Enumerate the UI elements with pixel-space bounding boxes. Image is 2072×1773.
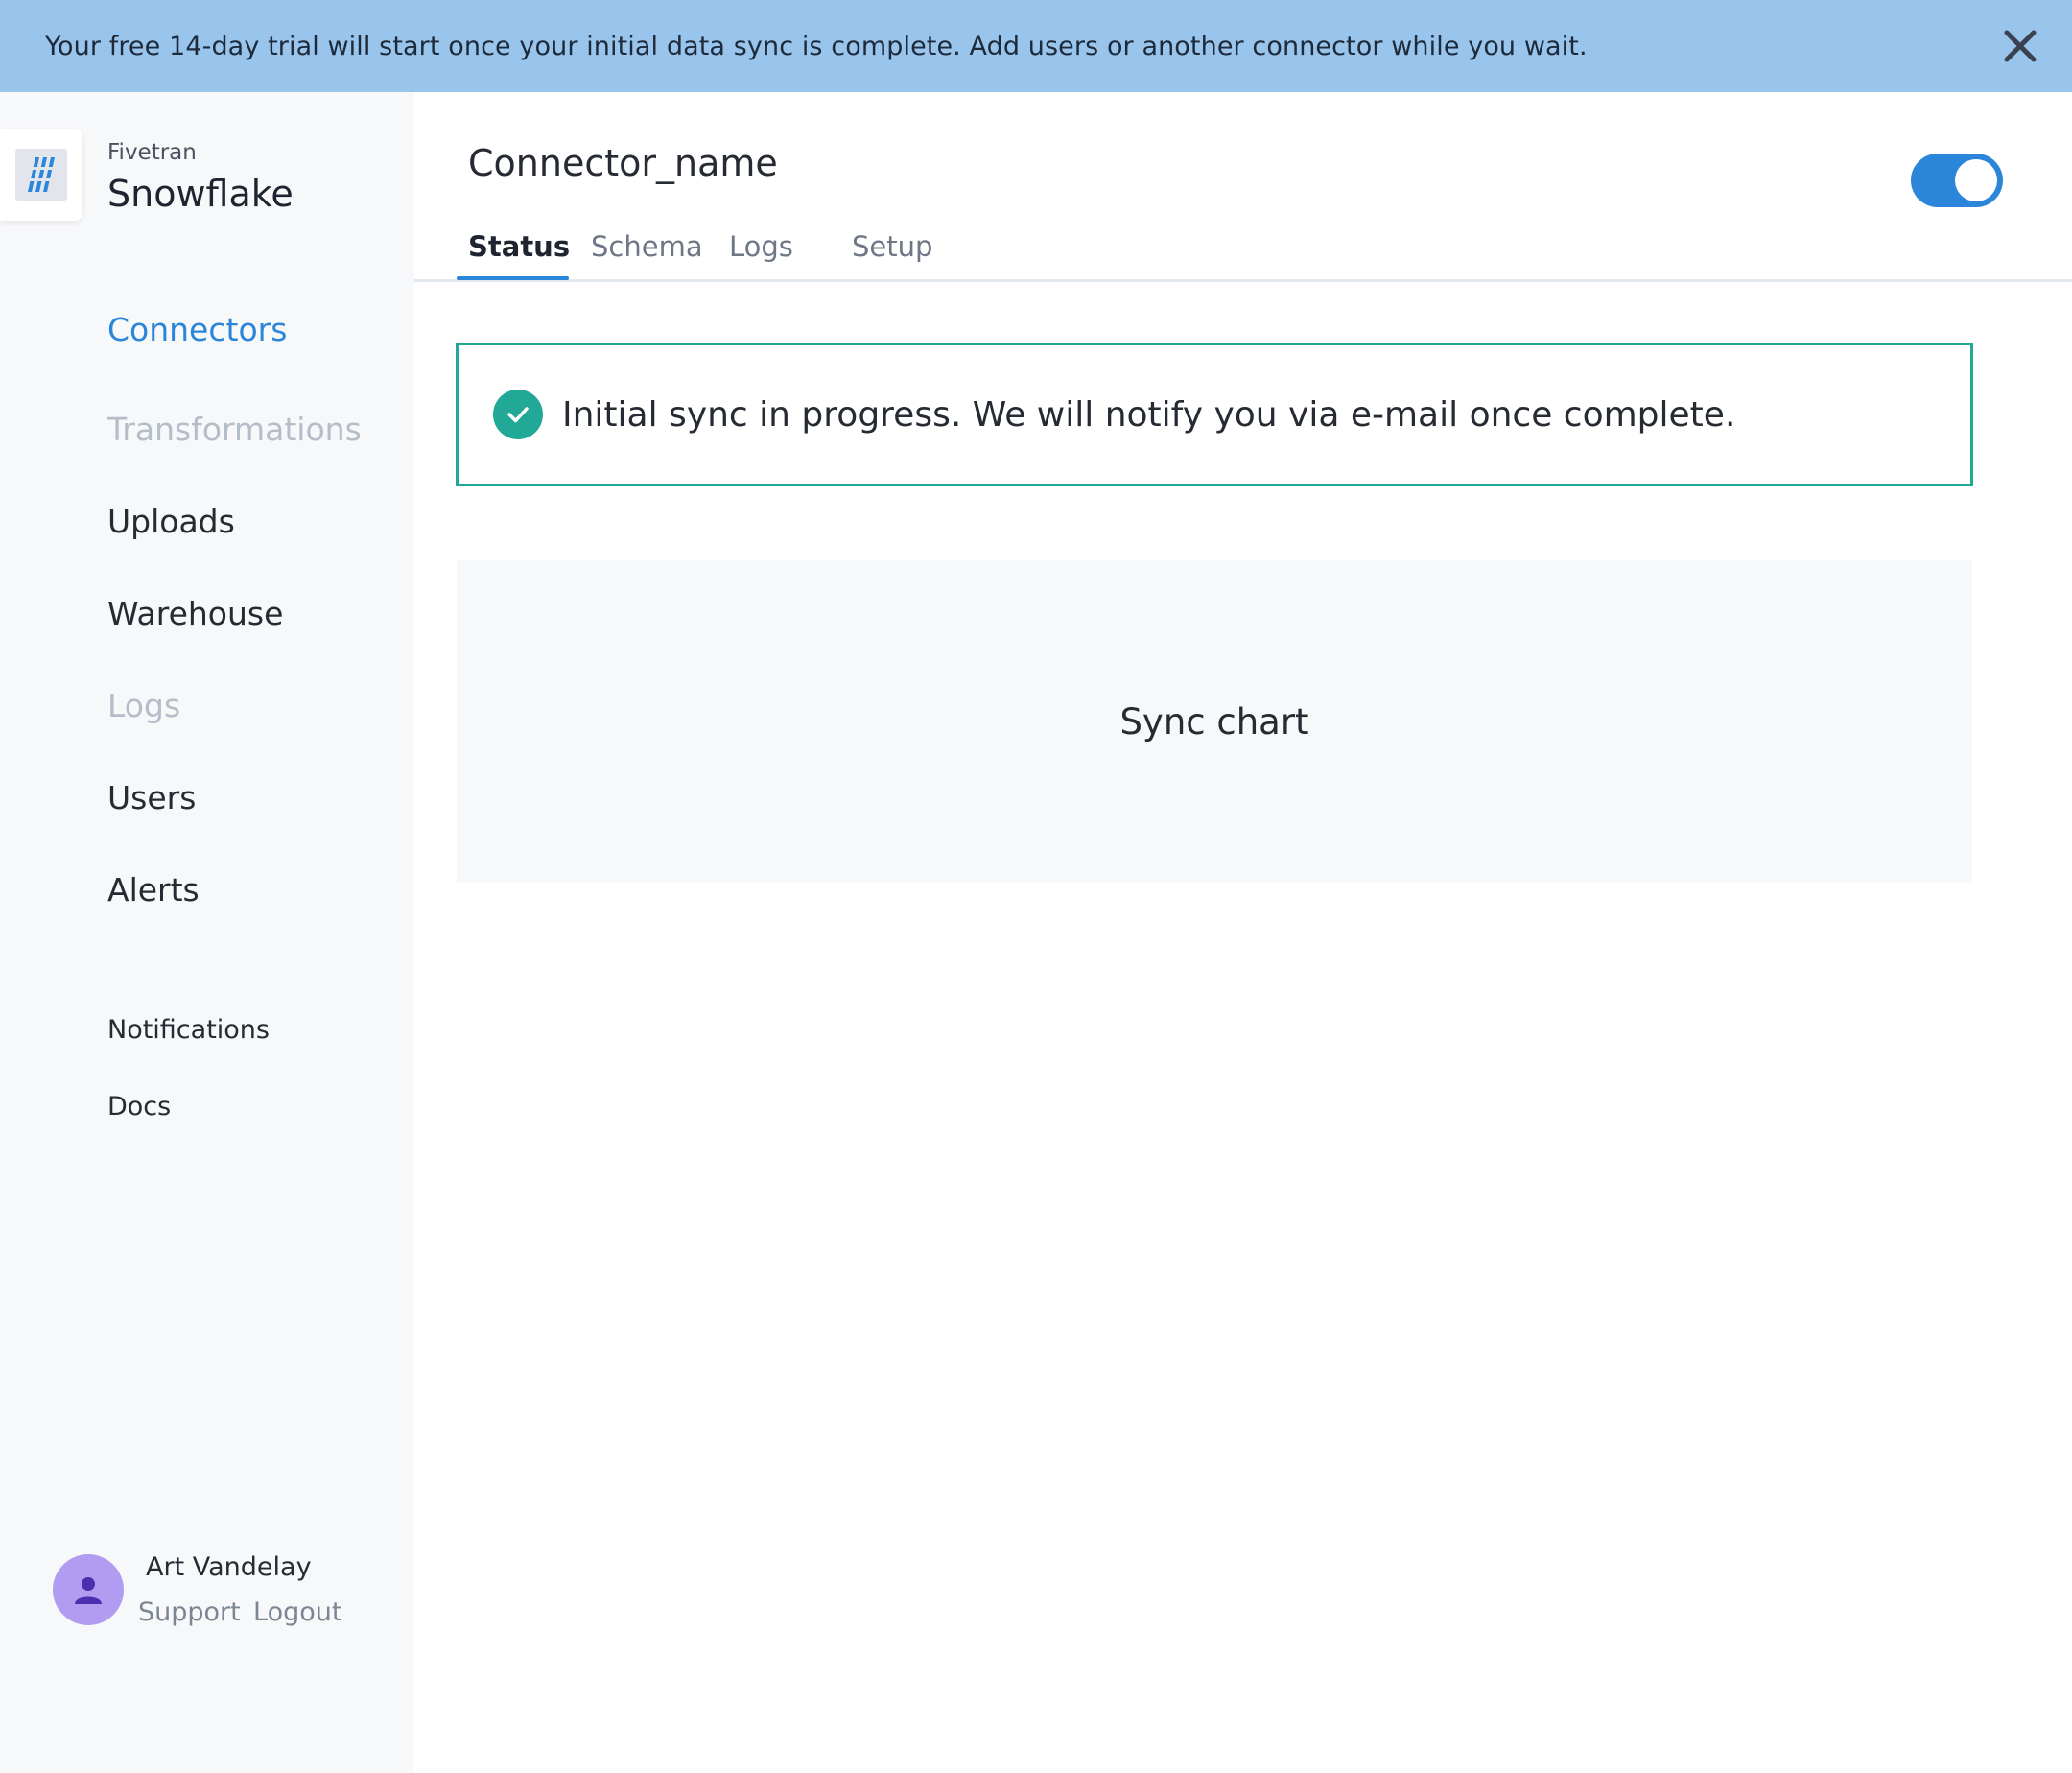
sidebar-item-uploads[interactable]: Uploads — [107, 503, 235, 540]
sync-status-alert: Initial sync in progress. We will notify… — [456, 343, 1973, 486]
active-tab-indicator — [457, 276, 569, 280]
sidebar-item-logs[interactable]: Logs — [107, 687, 180, 724]
destination-logo[interactable] — [0, 129, 82, 221]
sidebar-item-alerts[interactable]: Alerts — [107, 871, 200, 909]
status-message: Initial sync in progress. We will notify… — [562, 394, 1736, 435]
sidebar-item-users[interactable]: Users — [107, 779, 196, 816]
sidebar-item-notifications[interactable]: Notifications — [107, 1015, 270, 1045]
support-link[interactable]: Support — [138, 1597, 241, 1627]
toggle-knob — [1955, 159, 1997, 201]
tab-schema[interactable]: Schema — [591, 230, 703, 263]
user-icon — [75, 1577, 102, 1604]
avatar[interactable] — [53, 1554, 124, 1625]
connector-tabs: Status Schema Logs Setup — [414, 221, 2072, 282]
snowflake-logo-icon — [15, 149, 67, 201]
page-title: Connector_name — [468, 142, 778, 184]
tab-status[interactable]: Status — [468, 230, 570, 263]
sidebar-item-warehouse[interactable]: Warehouse — [107, 595, 283, 632]
sidebar: Fivetran Snowflake Connectors Transforma… — [0, 92, 414, 1773]
trial-banner: Your free 14-day trial will start once y… — [0, 0, 2072, 92]
logout-link[interactable]: Logout — [253, 1597, 341, 1627]
connector-enabled-toggle[interactable] — [1911, 154, 2003, 207]
tab-logs[interactable]: Logs — [729, 230, 793, 263]
check-circle-icon — [493, 390, 543, 439]
company-name: Fivetran — [107, 140, 197, 165]
main-content: Connector_name Status Schema Logs Setup … — [414, 92, 2072, 1773]
tab-setup[interactable]: Setup — [852, 230, 932, 263]
user-name: Art Vandelay — [146, 1552, 312, 1582]
close-icon[interactable] — [2001, 27, 2039, 65]
sidebar-item-connectors[interactable]: Connectors — [107, 311, 287, 348]
destination-name: Snowflake — [107, 173, 294, 215]
banner-text: Your free 14-day trial will start once y… — [45, 31, 1588, 61]
sidebar-item-transformations[interactable]: Transformations — [107, 411, 362, 448]
sidebar-item-docs[interactable]: Docs — [107, 1092, 171, 1122]
sync-chart-label: Sync chart — [1119, 700, 1309, 743]
sync-chart-placeholder: Sync chart — [457, 560, 1972, 883]
